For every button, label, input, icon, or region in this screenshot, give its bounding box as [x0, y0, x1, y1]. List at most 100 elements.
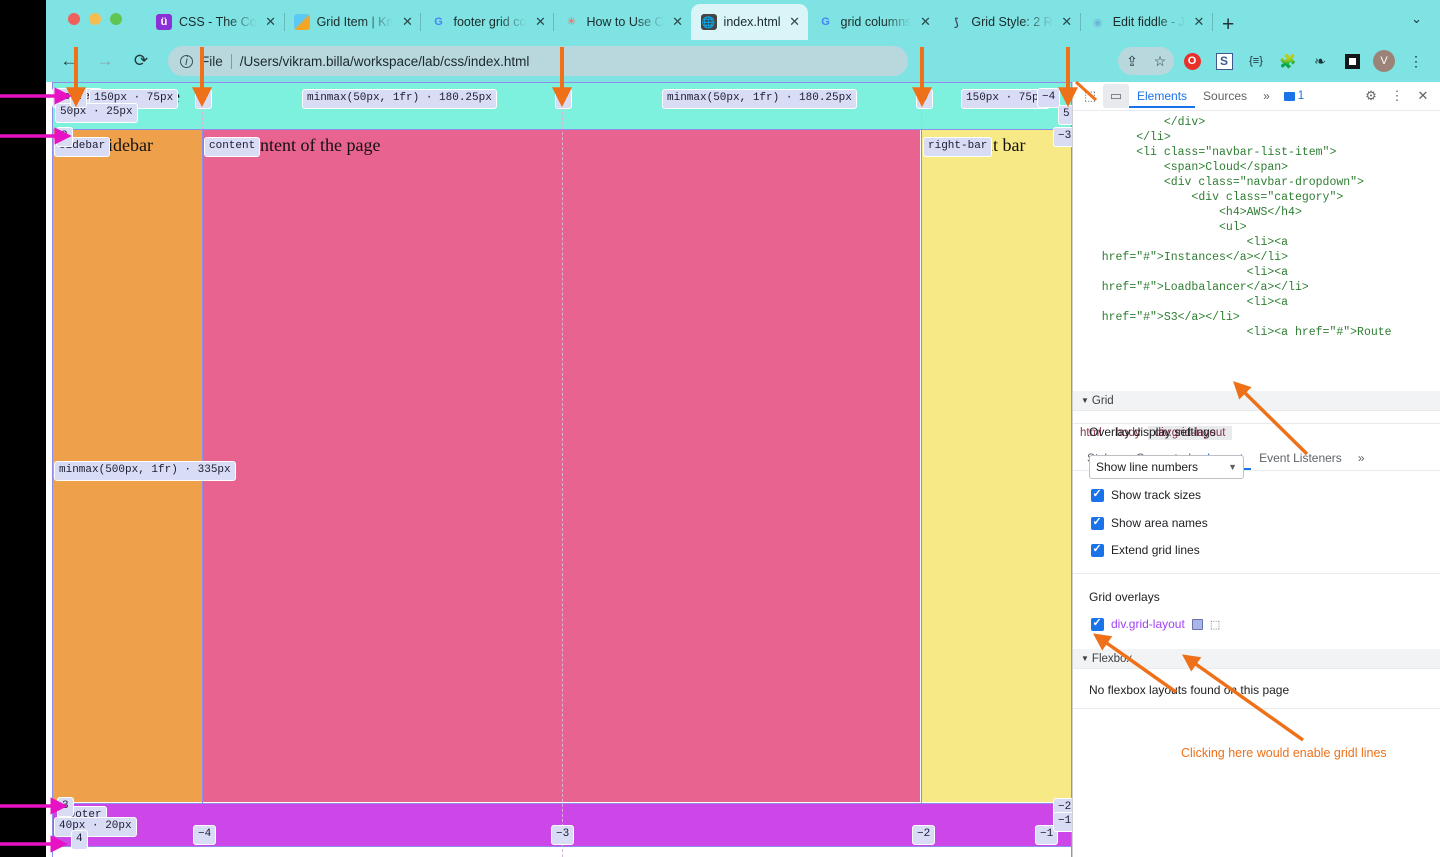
- inspect-element-icon[interactable]: ⬚: [1077, 84, 1103, 108]
- grid-overlay-badges: header sidebar content right-bar footer …: [0, 0, 1072, 857]
- close-icon[interactable]: ✕: [1410, 84, 1436, 108]
- devtools-toolbar: ⬚ ▭ Elements Sources » 1 ⚙ ⋮ ✕: [1073, 82, 1440, 111]
- close-tab-icon[interactable]: ✕: [1192, 14, 1206, 30]
- col-line-number-neg-3: −3: [551, 825, 575, 845]
- code-extension-icon[interactable]: {≡}: [1242, 47, 1270, 75]
- chevron-down-icon: ▼: [1081, 654, 1089, 663]
- puzzle-extension-icon[interactable]: 🧩: [1274, 47, 1302, 75]
- tab-elements[interactable]: Elements: [1129, 84, 1196, 108]
- col-line-number-neg-4b: −4: [193, 825, 217, 845]
- col-line-number-1: 1: [70, 88, 87, 108]
- col-line-number-neg-4: −4: [1037, 88, 1061, 108]
- opera-extension-icon[interactable]: O: [1178, 47, 1206, 75]
- annotation-note: Clicking here would enable gridl lines: [1181, 746, 1387, 760]
- grid-section-header[interactable]: ▼ Grid: [1073, 391, 1440, 411]
- checkbox-icon[interactable]: [1091, 616, 1104, 631]
- dom-line: href="#">S3</a></li>: [1081, 311, 1240, 324]
- row-line-number-neg-3: −3: [1053, 127, 1072, 147]
- col-line-number-2: 2: [195, 89, 212, 109]
- tab-title: Edit fiddle - J: [1112, 15, 1185, 29]
- chevron-down-icon: ▼: [1228, 462, 1237, 472]
- screenshot-root: ü CSS - The Co ✕ Grid Item | Kn ✕ G foot…: [0, 0, 1440, 857]
- dom-line: <li><a: [1081, 296, 1289, 309]
- color-swatch-icon[interactable]: [1191, 618, 1203, 630]
- line-numbers-select-value: Show line numbers: [1096, 460, 1199, 474]
- divider: [1073, 573, 1440, 574]
- grid-overlay-item[interactable]: div.grid-layout ⬚: [1091, 616, 1220, 631]
- dom-line: </li>: [1081, 131, 1171, 144]
- grid-section-title: Grid: [1091, 394, 1114, 407]
- tab-event-listeners[interactable]: Event Listeners: [1251, 446, 1350, 470]
- browser-tab-7[interactable]: ◉ Edit fiddle - J ✕: [1080, 4, 1213, 40]
- divider: [1073, 708, 1440, 709]
- new-tab-button[interactable]: +: [1222, 14, 1234, 40]
- checkbox-icon: [1091, 515, 1104, 530]
- dom-line: <h4>AWS</h4>: [1081, 206, 1302, 219]
- tab-search-chevron-icon[interactable]: ⌄: [1411, 11, 1422, 27]
- dom-line: href="#">Instances</a></li>: [1081, 251, 1289, 264]
- row-line-number-3: 3: [57, 797, 74, 817]
- dom-line: href="#">Loadbalancer</a></li>: [1081, 281, 1309, 294]
- checkbox-show-area-names[interactable]: Show area names: [1091, 515, 1208, 530]
- checkbox-label: Show track sizes: [1111, 488, 1202, 502]
- row-line-number-4: 4: [71, 830, 88, 850]
- area-badge-content: content: [204, 137, 261, 157]
- message-icon: [1283, 91, 1295, 101]
- dom-line: <li><a: [1081, 236, 1289, 249]
- checkbox-icon: [1091, 542, 1104, 557]
- share-icon[interactable]: ⇪: [1118, 47, 1146, 75]
- line-numbers-select[interactable]: Show line numbers ▼: [1089, 455, 1244, 479]
- no-flexbox-message: No flexbox layouts found on this page: [1089, 683, 1290, 697]
- flexbox-section-header[interactable]: ▼ Flexbox: [1073, 649, 1440, 669]
- kebab-menu-icon[interactable]: ⋮: [1384, 84, 1410, 108]
- devtools-panel: ⬚ ▭ Elements Sources » 1 ⚙ ⋮ ✕ </div> </…: [1072, 82, 1440, 857]
- dom-line: <ul>: [1081, 221, 1247, 234]
- dom-line: <li class="navbar-list-item">: [1081, 146, 1337, 159]
- area-badge-right-bar: right-bar: [923, 137, 993, 157]
- checkbox-icon: [1091, 487, 1104, 502]
- device-toolbar-icon[interactable]: ▭: [1103, 84, 1129, 108]
- codepen-icon: ◉: [1092, 16, 1103, 29]
- s-extension-icon[interactable]: S: [1210, 47, 1238, 75]
- checkbox-extend-grid-lines[interactable]: Extend grid lines: [1091, 542, 1200, 557]
- checkbox-label: Extend grid lines: [1111, 543, 1200, 557]
- dom-tree[interactable]: </div> </li> <li class="navbar-list-item…: [1073, 111, 1440, 417]
- chevron-down-icon: ▼: [1081, 396, 1089, 405]
- message-count[interactable]: 1: [1283, 90, 1304, 102]
- row-line-number-2: 2: [56, 127, 73, 147]
- overlay-display-settings-label: Overlay display settings: [1089, 425, 1216, 439]
- grid-overlays-label: Grid overlays: [1089, 590, 1160, 604]
- toolbar-icons: ⇪ ☆ O S {≡} 🧩 ❧ V ⋮: [1118, 47, 1430, 75]
- track-size-row-3: 40px · 20px: [54, 817, 137, 837]
- leaf-extension-icon[interactable]: ❧: [1306, 47, 1334, 75]
- checkbox-label: Show area names: [1111, 516, 1208, 530]
- dom-line: <span>Cloud</span>: [1081, 161, 1289, 174]
- track-size-row-2: minmax(500px, 1fr) · 335px: [54, 461, 236, 481]
- square-extension-icon[interactable]: [1338, 47, 1366, 75]
- grid-overlay-name[interactable]: div.grid-layout: [1111, 617, 1185, 631]
- col-line-number-4: 4: [916, 89, 933, 109]
- share-bookmark-group: ⇪ ☆: [1118, 47, 1174, 75]
- profile-avatar[interactable]: V: [1370, 47, 1398, 75]
- dom-line: <li><a: [1081, 266, 1289, 279]
- col-line-number-neg-2: −2: [912, 825, 936, 845]
- col-line-number-5: 5: [1058, 105, 1072, 125]
- kebab-menu-icon[interactable]: ⋮: [1402, 47, 1430, 75]
- dom-line: <div class="navbar-dropdown">: [1081, 176, 1364, 189]
- track-size-col-3: minmax(50px, 1fr) · 180.25px: [662, 89, 857, 109]
- bookmark-star-icon[interactable]: ☆: [1146, 47, 1174, 75]
- row-line-number-neg-1: −1: [1053, 812, 1072, 832]
- track-size-col-2: minmax(50px, 1fr) · 180.25px: [302, 89, 497, 109]
- col-line-number-3: 3: [555, 89, 572, 109]
- tab-sources[interactable]: Sources: [1195, 84, 1255, 108]
- track-size-row-1: 50px · 25px: [55, 103, 138, 123]
- more-tabs-icon[interactable]: »: [1255, 84, 1278, 108]
- dom-line: <div class="category">: [1081, 191, 1344, 204]
- sub-tabs-more-icon[interactable]: »: [1350, 446, 1373, 470]
- dom-line: <li><a href="#">Route: [1081, 326, 1392, 339]
- crosshair-picker-icon[interactable]: ⬚: [1210, 618, 1220, 631]
- dom-line: </div>: [1081, 116, 1206, 129]
- flexbox-section-title: Flexbox: [1091, 652, 1133, 665]
- checkbox-show-track-sizes[interactable]: Show track sizes: [1091, 487, 1202, 502]
- gear-icon[interactable]: ⚙: [1358, 84, 1384, 108]
